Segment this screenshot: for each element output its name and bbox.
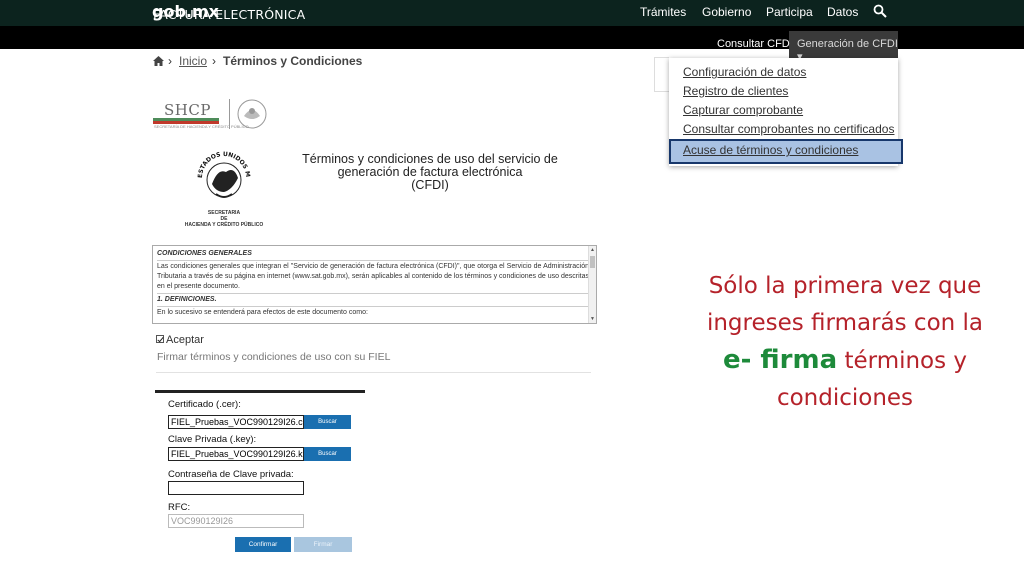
password-input[interactable] — [168, 481, 304, 495]
rfc-input: VOC990129I26 — [168, 514, 304, 528]
definitions-paragraph: En lo sucesivo se entenderá para efectos… — [157, 309, 368, 316]
home-icon[interactable] — [153, 56, 164, 66]
search-icon[interactable] — [873, 4, 887, 20]
annotation-line-1: Sólo la primera vez que — [708, 273, 982, 299]
escudo-nacional-icon: ESTADOS UNIDOS MEXICANOS — [194, 148, 251, 198]
mexico-seal-icon — [237, 99, 267, 129]
definitions-heading: 1. DEFINICIONES. — [157, 296, 217, 303]
menu-item-configuracion[interactable]: Configuración de datos — [683, 65, 806, 79]
confirmar-button[interactable]: Confirmar — [235, 537, 291, 552]
menu-item-consultar-no-certificados[interactable]: Consultar comprobantes no certificados — [683, 122, 894, 136]
form-top-border — [155, 390, 365, 393]
secretaria-caption: SECRETARIA DE HACIENDA Y CRÉDITO PÚBLICO — [184, 210, 264, 228]
menu-item-registro-clientes[interactable]: Registro de clientes — [683, 84, 788, 98]
accept-checkbox-row[interactable]: Aceptar — [156, 334, 204, 346]
conditions-divider — [157, 293, 589, 294]
efirma-highlight: e- firma — [722, 345, 838, 375]
shcp-logo-text: SHCP — [164, 101, 211, 119]
breadcrumb-current: Términos y Condiciones — [223, 54, 363, 68]
firmar-button[interactable]: Firmar — [294, 537, 352, 552]
nav-datos[interactable]: Datos — [827, 5, 858, 19]
password-label: Contraseña de Clave privada: — [168, 469, 294, 480]
key-buscar-button[interactable]: Buscar — [304, 447, 351, 461]
annotation-line-4: condiciones — [776, 385, 914, 411]
consultar-cfd-link[interactable]: Consultar CFD — [717, 38, 790, 50]
accept-label: Aceptar — [166, 334, 204, 346]
conditions-scrollbar[interactable]: ▲ ▼ — [588, 246, 596, 323]
conditions-textbox[interactable]: CONDICIONES GENERALES Las condiciones ge… — [152, 245, 597, 324]
nav-gobierno[interactable]: Gobierno — [702, 5, 751, 19]
instruction-annotation: Sólo la primera vez que ingreses firmará… — [690, 268, 1000, 417]
hidden-panel-edge — [654, 57, 669, 92]
scroll-up-icon[interactable]: ▲ — [590, 247, 595, 253]
cert-buscar-button[interactable]: Buscar — [304, 415, 351, 429]
cert-file-input[interactable]: FIEL_Pruebas_VOC990129I26.cer — [168, 415, 304, 429]
rfc-label: RFC: — [168, 502, 191, 513]
sign-fiel-label: Firmar términos y condiciones de uso con… — [157, 351, 391, 363]
scroll-down-icon[interactable]: ▼ — [590, 316, 595, 322]
conditions-paragraph: Las condiciones generales que integran e… — [157, 263, 589, 290]
annotation-line-2: ingreses firmarás con la — [706, 310, 984, 336]
scroll-thumb[interactable] — [590, 256, 595, 268]
nav-participa[interactable]: Participa — [766, 5, 813, 19]
generacion-cfdi-menu[interactable]: Generación de CFDI ▾ — [789, 31, 898, 63]
annotation-line-3: e- firma términos y — [722, 345, 968, 375]
breadcrumb-inicio[interactable]: Inicio — [179, 54, 207, 68]
breadcrumb-sep-1: › — [168, 54, 172, 68]
logo-divider — [229, 99, 230, 129]
section-title: FACTURA ELECTRÓNICA — [153, 7, 306, 22]
key-file-input[interactable]: FIEL_Pruebas_VOC990129I26.key — [168, 447, 304, 461]
key-label: Clave Privada (.key): — [168, 434, 257, 445]
conditions-divider — [157, 260, 589, 261]
accept-checkbox[interactable] — [156, 335, 164, 343]
conditions-heading: CONDICIONES GENERALES — [157, 250, 252, 257]
sign-divider — [156, 372, 591, 373]
nav-tramites[interactable]: Trámites — [640, 5, 686, 19]
breadcrumb-sep-2: › — [212, 54, 216, 68]
cert-label: Certificado (.cer): — [168, 399, 241, 410]
menu-item-acuse[interactable]: Acuse de términos y condiciones — [683, 143, 858, 157]
menu-item-capturar[interactable]: Capturar comprobante — [683, 103, 803, 117]
conditions-divider — [157, 306, 589, 307]
menu-item-acuse-highlighted[interactable]: Acuse de términos y condiciones — [669, 139, 903, 164]
document-title: Términos y condiciones de uso del servic… — [302, 152, 558, 192]
